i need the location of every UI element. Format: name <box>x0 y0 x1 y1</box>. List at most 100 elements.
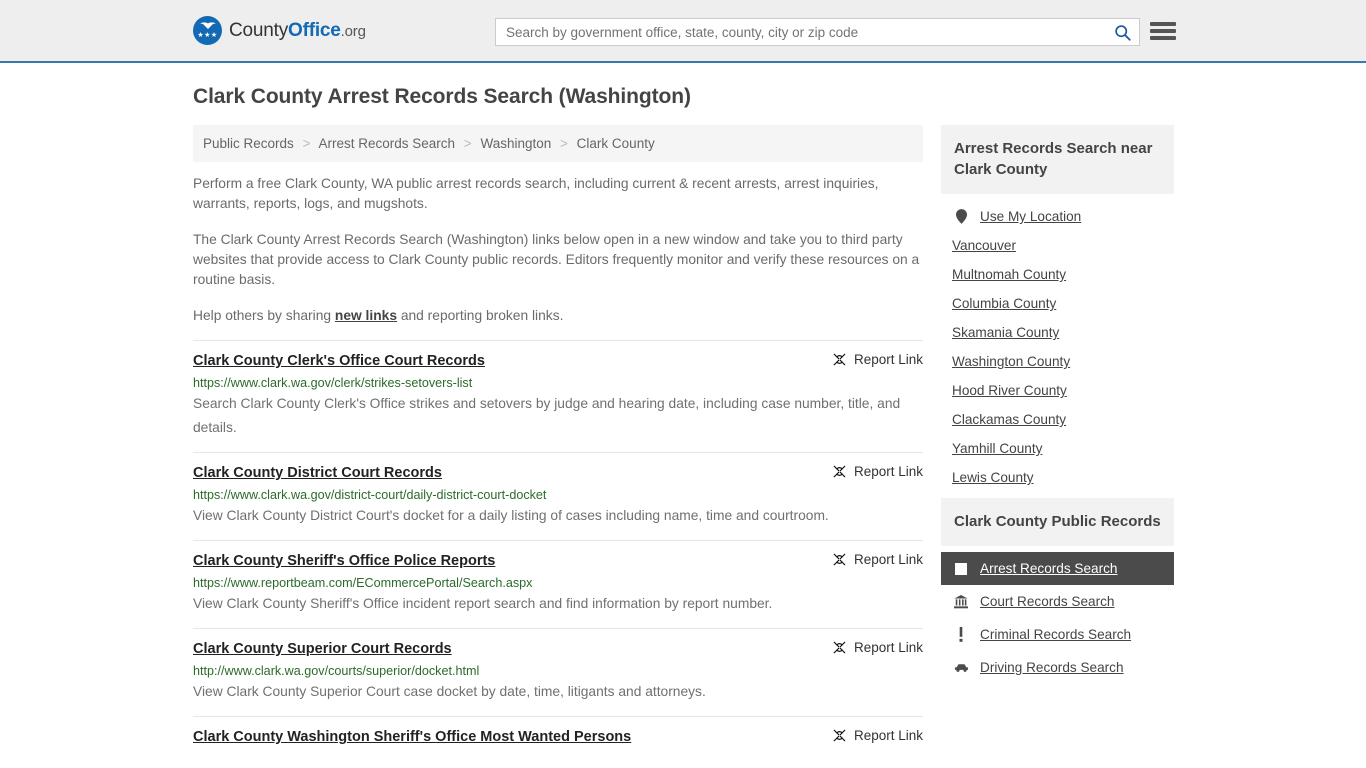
result-item: Clark County Sheriff's Office Police Rep… <box>193 540 923 628</box>
report-link-button[interactable]: Report Link <box>832 640 923 655</box>
public-records-list: Arrest Records Search Court Records Sear… <box>941 546 1174 684</box>
sidebar-nearby-link[interactable]: Clackamas County <box>941 405 1174 434</box>
nearby-searches-heading: Arrest Records Search near Clark County <box>941 125 1174 194</box>
record-item-label: Driving Records Search <box>980 660 1124 675</box>
nearby-searches-panel: Arrest Records Search near Clark County … <box>941 125 1174 492</box>
result-description: View Clark County District Court's docke… <box>193 508 829 523</box>
logo-text-org: .org <box>340 22 366 40</box>
logo-stars: ★★★ <box>197 32 218 39</box>
logo-text-county: County <box>229 19 289 41</box>
sidebar-nearby-link[interactable]: Skamania County <box>941 318 1174 347</box>
sidebar-item-court-records-search[interactable]: Court Records Search <box>941 585 1174 618</box>
sidebar-item-driving-records-search[interactable]: Driving Records Search <box>941 651 1174 684</box>
sidebar-nearby-link[interactable]: Washington County <box>941 347 1174 376</box>
content-columns: Public Records > Arrest Records Search >… <box>193 125 1176 759</box>
breadcrumb-item-3[interactable]: Clark County <box>577 136 655 151</box>
result-item: Clark County Clerk's Office Court Record… <box>193 340 923 452</box>
report-link-label: Report Link <box>853 464 923 479</box>
car-icon <box>952 663 970 673</box>
result-item: Clark County Superior Court Records Repo… <box>193 628 923 716</box>
nearby-link-label: Clackamas County <box>952 412 1067 427</box>
result-header: Clark County Clerk's Office Court Record… <box>193 352 923 371</box>
site-logo[interactable]: ★★★ CountyOffice.org <box>193 16 366 45</box>
result-title-link[interactable]: Clark County District Court Records <box>193 464 442 483</box>
report-link-label: Report Link <box>853 352 923 367</box>
sidebar-item-arrest-records-search[interactable]: Arrest Records Search <box>941 552 1174 585</box>
use-my-location-label: Use My Location <box>980 209 1082 224</box>
broken-link-icon <box>833 729 846 742</box>
site-header: ★★★ CountyOffice.org <box>0 0 1366 63</box>
result-title-link[interactable]: Clark County Clerk's Office Court Record… <box>193 352 485 371</box>
public-records-heading: Clark County Public Records <box>941 498 1174 546</box>
breadcrumb-separator-2: > <box>560 136 568 151</box>
sidebar-nearby-link[interactable]: Lewis County <box>941 463 1174 492</box>
sidebar-nearby-link[interactable]: Vancouver <box>941 231 1174 260</box>
intro-paragraph-1: Perform a free Clark County, WA public a… <box>193 176 879 211</box>
nearby-link-label: Lewis County <box>952 470 1034 485</box>
result-url[interactable]: https://www.clark.wa.gov/clerk/strikes-s… <box>193 376 923 390</box>
intro-paragraph-3: Help others by sharing new links and rep… <box>193 306 923 326</box>
report-link-button[interactable]: Report Link <box>832 728 923 743</box>
search-icon <box>1114 24 1131 41</box>
record-item-label: Criminal Records Search <box>980 627 1132 642</box>
result-title-link[interactable]: Clark County Washington Sheriff's Office… <box>193 728 631 747</box>
hamburger-bar-2 <box>1150 29 1176 33</box>
result-url[interactable]: https://www.clark.wa.gov/district-court/… <box>193 488 923 502</box>
eagle-icon <box>199 22 216 29</box>
report-link-label: Report Link <box>853 640 923 655</box>
report-link-button[interactable]: Report Link <box>832 552 923 567</box>
main-column: Public Records > Arrest Records Search >… <box>193 125 923 759</box>
breadcrumb-item-0[interactable]: Public Records <box>203 136 294 151</box>
exclamation-icon <box>952 627 970 642</box>
nearby-link-label: Vancouver <box>952 238 1016 253</box>
record-item-label: Arrest Records Search <box>980 561 1118 576</box>
result-item: Clark County District Court Records Repo… <box>193 452 923 540</box>
result-url[interactable]: http://www.clark.wa.gov/courts/superior/… <box>193 664 923 678</box>
search-button[interactable] <box>1105 19 1139 45</box>
breadcrumb-item-1[interactable]: Arrest Records Search <box>318 136 455 151</box>
result-url[interactable]: https://www.reportbeam.com/ECommercePort… <box>193 576 923 590</box>
breadcrumb-item-2[interactable]: Washington <box>480 136 551 151</box>
intro-section: Perform a free Clark County, WA public a… <box>193 162 923 326</box>
report-link-label: Report Link <box>853 552 923 567</box>
intro-p3-before: Help others by sharing <box>193 308 335 323</box>
broken-link-icon <box>833 553 846 566</box>
result-item: Clark County Washington Sheriff's Office… <box>193 716 923 759</box>
nearby-link-label: Multnomah County <box>952 267 1067 282</box>
sidebar-nearby-link[interactable]: Columbia County <box>941 289 1174 318</box>
hamburger-menu-icon[interactable] <box>1150 20 1176 42</box>
result-description: Search Clark County Clerk's Office strik… <box>193 396 901 435</box>
report-link-label: Report Link <box>853 728 923 743</box>
public-records-panel: Clark County Public Records Arrest Recor… <box>941 498 1174 684</box>
record-item-label: Court Records Search <box>980 594 1115 609</box>
search-bar <box>495 18 1140 46</box>
new-links-link[interactable]: new links <box>335 308 397 323</box>
sidebar-nearby-link[interactable]: Multnomah County <box>941 260 1174 289</box>
use-my-location-link[interactable]: Use My Location <box>941 202 1174 231</box>
result-title-link[interactable]: Clark County Superior Court Records <box>193 640 452 659</box>
sidebar-item-criminal-records-search[interactable]: Criminal Records Search <box>941 618 1174 651</box>
search-input[interactable] <box>496 19 1105 45</box>
report-link-button[interactable]: Report Link <box>832 352 923 367</box>
handcuffs-icon <box>952 562 970 575</box>
nearby-link-label: Columbia County <box>952 296 1057 311</box>
result-description: View Clark County Superior Court case do… <box>193 684 706 699</box>
sidebar-nearby-link[interactable]: Hood River County <box>941 376 1174 405</box>
countyoffice-logo-icon: ★★★ <box>193 16 222 45</box>
page-title: Clark County Arrest Records Search (Wash… <box>193 85 691 108</box>
result-header: Clark County Washington Sheriff's Office… <box>193 728 923 747</box>
report-link-button[interactable]: Report Link <box>832 464 923 479</box>
result-title-link[interactable]: Clark County Sheriff's Office Police Rep… <box>193 552 495 571</box>
result-description: View Clark County Sheriff's Office incid… <box>193 596 773 611</box>
breadcrumb-separator-0: > <box>302 136 311 151</box>
nearby-link-label: Hood River County <box>952 383 1067 398</box>
page-container: Clark County Arrest Records Search (Wash… <box>0 63 1366 759</box>
map-pin-icon <box>952 209 970 224</box>
breadcrumb-separator-1: > <box>463 136 472 151</box>
intro-p3-after: and reporting broken links. <box>397 308 564 323</box>
logo-text-office: Office <box>288 19 341 41</box>
sidebar: Arrest Records Search near Clark County … <box>941 125 1174 690</box>
broken-link-icon <box>833 353 846 366</box>
result-header: Clark County Sheriff's Office Police Rep… <box>193 552 923 571</box>
sidebar-nearby-link[interactable]: Yamhill County <box>941 434 1174 463</box>
